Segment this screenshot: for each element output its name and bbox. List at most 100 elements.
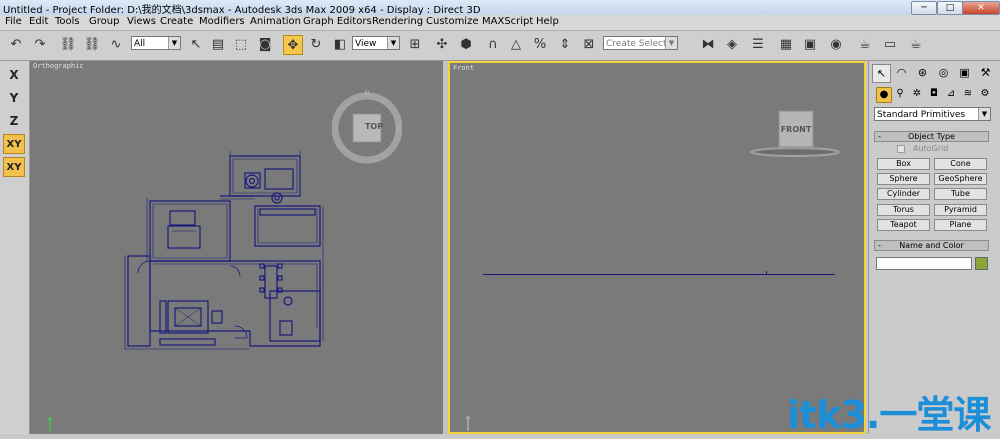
menu-views[interactable]: Views — [127, 16, 156, 27]
select-object-icon[interactable]: ↖ — [186, 35, 206, 55]
window-title: Untitled - Project Folder: D:\我的文档\3dsma… — [3, 5, 481, 16]
rollout-collapse-icon: - — [878, 132, 881, 141]
sphere-button[interactable]: Sphere — [877, 173, 930, 185]
pivot-center-icon[interactable]: ⊞ — [405, 35, 425, 55]
quick-render-icon[interactable]: ☕ — [906, 35, 926, 55]
floorplan-front-line[interactable] — [483, 274, 835, 275]
rendered-frame-window-icon[interactable]: ▭ — [880, 35, 900, 55]
layer-manager-icon[interactable]: ☰ — [748, 35, 768, 55]
cylinder-button[interactable]: Cylinder — [877, 188, 930, 200]
menu-create[interactable]: Create — [160, 16, 193, 27]
keyboard-shortcut-override-icon[interactable]: ⬢ — [456, 35, 476, 55]
viewport-label[interactable]: Orthographic — [33, 62, 84, 70]
floorplan-drawing[interactable] — [120, 151, 335, 356]
cone-button[interactable]: Cone — [934, 158, 987, 170]
teapot-button[interactable]: Teapot — [877, 219, 930, 231]
floorplan-front-tick — [766, 271, 767, 274]
front-viewport[interactable]: Front FRONT — [448, 61, 866, 434]
select-and-rotate-icon[interactable]: ↻ — [306, 35, 326, 55]
select-by-name-icon[interactable]: ▤ — [208, 35, 228, 55]
menu-maxscript[interactable]: MAXScript — [482, 16, 533, 27]
percent-snap-icon[interactable]: % — [530, 35, 550, 55]
shapes-category-icon[interactable]: ⚲ — [893, 87, 907, 101]
primitive-category-value: Standard Primitives — [877, 110, 966, 120]
material-editor-icon[interactable]: ◉ — [826, 35, 846, 55]
close-button[interactable]: ✕ — [962, 1, 1000, 15]
render-setup-icon[interactable]: ☕ — [855, 35, 875, 55]
mirror-icon[interactable]: ⧓ — [698, 35, 718, 55]
autogrid-label: AutoGrid — [913, 144, 949, 153]
reference-coordinate-dropdown[interactable]: View ▼ — [352, 36, 400, 50]
menu-graph-editors[interactable]: Graph Editors — [303, 16, 372, 27]
named-selection-set-field[interactable]: Create Selection Set ▼ — [603, 36, 678, 50]
constrain-y-button[interactable]: Y — [3, 88, 25, 108]
geometry-category-icon[interactable]: ● — [876, 87, 892, 103]
curve-editor-icon[interactable]: ▦ — [776, 35, 796, 55]
menu-edit[interactable]: Edit — [29, 16, 48, 27]
geosphere-button[interactable]: GeoSphere — [934, 173, 987, 185]
cameras-category-icon[interactable]: ◘ — [927, 87, 941, 101]
select-and-move-icon[interactable]: ✥ — [283, 35, 303, 55]
modify-tab-icon[interactable]: ◠ — [893, 64, 910, 81]
select-and-link-icon[interactable]: ⛓ — [58, 35, 78, 55]
primitive-category-dropdown[interactable]: Standard Primitives ▼ — [874, 107, 991, 121]
menu-rendering[interactable]: Rendering — [372, 16, 423, 27]
pyramid-button[interactable]: Pyramid — [934, 204, 987, 216]
viewport-label[interactable]: Front — [453, 64, 474, 72]
menu-animation[interactable]: Animation — [250, 16, 301, 27]
space-warps-category-icon[interactable]: ≋ — [961, 87, 975, 101]
angle-snap-icon[interactable]: △ — [506, 35, 526, 55]
constrain-xy-button[interactable]: XY — [3, 134, 25, 154]
utilities-tab-icon[interactable]: ⚒ — [977, 64, 994, 81]
unlink-icon[interactable]: ⛓ — [82, 35, 102, 55]
lights-category-icon[interactable]: ✲ — [910, 87, 924, 101]
helpers-category-icon[interactable]: ⊿ — [944, 87, 958, 101]
axis-tripod-icon — [47, 416, 53, 432]
selection-filter-dropdown[interactable]: All ▼ — [131, 36, 181, 50]
object-color-swatch[interactable] — [975, 257, 988, 270]
autogrid-checkbox[interactable] — [897, 145, 905, 153]
bind-to-space-warp-icon[interactable]: ∿ — [106, 35, 126, 55]
hierarchy-tab-icon[interactable]: ⊛ — [914, 64, 931, 81]
plane-button[interactable]: Plane — [934, 219, 987, 231]
menu-tools[interactable]: Tools — [55, 16, 80, 27]
rectangular-selection-icon[interactable]: ⬚ — [231, 35, 251, 55]
minimize-button[interactable]: ─ — [911, 1, 937, 15]
rollout-title: Name and Color — [899, 241, 964, 250]
window-crossing-icon[interactable]: ◙ — [255, 35, 275, 55]
tube-button[interactable]: Tube — [934, 188, 987, 200]
object-type-rollout-header[interactable]: - Object Type — [874, 131, 989, 142]
chevron-down-icon: ▼ — [665, 37, 677, 49]
box-button[interactable]: Box — [877, 158, 930, 170]
align-icon[interactable]: ◈ — [722, 35, 742, 55]
menu-modifiers[interactable]: Modifiers — [199, 16, 245, 27]
name-and-color-rollout-header[interactable]: - Name and Color — [874, 240, 989, 251]
main-toolbar: ↶ ↷ ⛓ ⛓ ∿ All ▼ ↖ ▤ ⬚ ◙ ✥ ↻ ◧ View ▼ ⊞ ✣… — [0, 31, 1000, 61]
display-tab-icon[interactable]: ▣ — [956, 64, 973, 81]
menu-group[interactable]: Group — [89, 16, 119, 27]
constrain-x-button[interactable]: X — [3, 65, 25, 85]
menu-customize[interactable]: Customize — [426, 16, 479, 27]
redo-icon[interactable]: ↷ — [30, 35, 50, 55]
menu-help[interactable]: Help — [536, 16, 559, 27]
select-and-manipulate-icon[interactable]: ✣ — [432, 35, 452, 55]
systems-category-icon[interactable]: ⚙ — [978, 87, 992, 101]
constrain-xy-flyout-button[interactable]: XY — [3, 157, 25, 177]
motion-tab-icon[interactable]: ◎ — [935, 64, 952, 81]
constrain-z-button[interactable]: Z — [3, 111, 25, 131]
undo-icon[interactable]: ↶ — [6, 35, 26, 55]
object-name-input[interactable] — [876, 257, 972, 270]
create-tab-icon[interactable]: ↖ — [872, 64, 891, 83]
select-and-scale-icon[interactable]: ◧ — [330, 35, 350, 55]
maximize-button[interactable]: □ — [937, 1, 963, 15]
orthographic-viewport[interactable]: Orthographic N E TOP — [30, 61, 443, 434]
menu-file[interactable]: File — [5, 16, 22, 27]
menu-bar: File Edit Tools Group Views Create Modif… — [0, 15, 1000, 31]
title-bar: Untitled - Project Folder: D:\我的文档\3dsma… — [0, 0, 1000, 16]
spinner-snap-icon[interactable]: ⇕ — [555, 35, 575, 55]
selection-filter-value: All — [134, 39, 146, 49]
snaps-toggle-icon[interactable]: ∩ — [483, 35, 503, 55]
torus-button[interactable]: Torus — [877, 204, 930, 216]
schematic-view-icon[interactable]: ▣ — [800, 35, 820, 55]
edit-named-selection-icon[interactable]: ⊠ — [579, 35, 599, 55]
